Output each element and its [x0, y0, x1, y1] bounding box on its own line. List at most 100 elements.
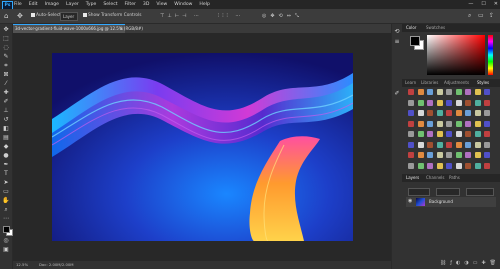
minimize-button[interactable]: —: [468, 1, 473, 7]
new-group-icon[interactable]: ▭: [473, 260, 478, 267]
style-preset-swatch[interactable]: [446, 131, 452, 137]
style-preset-swatch[interactable]: [474, 141, 481, 148]
style-preset-swatch[interactable]: [474, 131, 481, 137]
menu-window[interactable]: Window: [174, 2, 192, 7]
style-preset-swatch[interactable]: [417, 141, 424, 148]
screen-mode-icon[interactable]: ▣: [2, 246, 10, 253]
style-preset-swatch[interactable]: [455, 131, 462, 137]
align-icons[interactable]: ⊤⊥⊢⊣ ⋯: [160, 12, 202, 20]
style-preset-swatch[interactable]: [408, 152, 414, 158]
color-panel-foreground[interactable]: [410, 36, 420, 46]
style-preset-swatch[interactable]: [446, 110, 452, 116]
style-preset-swatch[interactable]: [455, 120, 462, 127]
style-preset-swatch[interactable]: [436, 152, 443, 158]
style-preset-swatch[interactable]: [465, 141, 471, 148]
menu-view[interactable]: View: [156, 2, 167, 7]
auto-select-dropdown[interactable]: Layer: [60, 12, 78, 21]
style-preset-swatch[interactable]: [427, 89, 433, 95]
hand-tool-icon[interactable]: ✋: [2, 197, 10, 204]
style-preset-swatch[interactable]: [417, 131, 424, 137]
clone-stamp-tool-icon[interactable]: ⊥: [2, 107, 10, 114]
brush-tool-icon[interactable]: ✐: [2, 98, 10, 105]
zoom-tool-icon[interactable]: ⌕: [2, 206, 10, 213]
document-canvas[interactable]: [52, 53, 353, 241]
color-picker-field[interactable]: [427, 35, 485, 75]
tab-swatches[interactable]: Swatches: [426, 25, 445, 30]
style-preset-swatch[interactable]: [465, 99, 471, 106]
blend-mode-dropdown[interactable]: [436, 188, 460, 196]
tab-learn[interactable]: Learn: [405, 80, 416, 85]
style-preset-swatch[interactable]: [417, 162, 424, 169]
move-tool-icon[interactable]: ✥: [2, 26, 10, 33]
style-preset-swatch[interactable]: [455, 89, 462, 95]
style-preset-swatch[interactable]: [417, 89, 424, 95]
layer-row[interactable]: ◉ Background: [406, 197, 496, 207]
opacity-field[interactable]: [466, 188, 494, 196]
foreground-color-swatch[interactable]: [3, 226, 10, 233]
style-preset-swatch[interactable]: [455, 99, 462, 106]
style-preset-swatch[interactable]: [427, 162, 433, 169]
style-preset-swatch[interactable]: [408, 89, 414, 95]
gradient-tool-icon[interactable]: ▤: [2, 134, 10, 141]
style-preset-swatch[interactable]: [408, 141, 414, 148]
path-select-tool-icon[interactable]: ➤: [2, 179, 10, 186]
style-preset-swatch[interactable]: [417, 152, 424, 158]
trash-icon[interactable]: 🗑: [490, 260, 496, 267]
style-preset-swatch[interactable]: [455, 141, 462, 148]
style-preset-swatch[interactable]: [427, 99, 433, 106]
style-preset-swatch[interactable]: [465, 89, 471, 95]
style-preset-swatch[interactable]: [474, 152, 481, 158]
add-mask-icon[interactable]: ◐: [456, 260, 460, 267]
new-layer-icon[interactable]: ✚: [481, 260, 485, 267]
fx-icon[interactable]: ƒ: [450, 260, 452, 267]
eye-icon[interactable]: ◉: [408, 198, 412, 204]
style-preset-swatch[interactable]: [408, 131, 414, 137]
menu-select[interactable]: Select: [103, 2, 117, 7]
style-preset-swatch[interactable]: [436, 120, 443, 127]
auto-select-checkbox[interactable]: Auto-Select:: [31, 12, 62, 20]
tab-color[interactable]: Color: [406, 25, 416, 30]
menu-image[interactable]: Image: [45, 2, 59, 7]
tab-paths[interactable]: Paths: [449, 175, 460, 180]
style-preset-swatch[interactable]: [455, 152, 462, 158]
marquee-tool-icon[interactable]: ⬚: [2, 35, 10, 42]
workspace-icon[interactable]: ▭: [478, 12, 484, 20]
show-transform-checkbox[interactable]: Show Transform Controls: [83, 12, 141, 20]
style-preset-swatch[interactable]: [446, 152, 452, 158]
layer-kind-filter[interactable]: [408, 188, 430, 196]
close-tab-icon[interactable]: ×: [120, 26, 123, 31]
crop-tool-icon[interactable]: ⌗: [2, 62, 10, 69]
eraser-tool-icon[interactable]: ◧: [2, 125, 10, 132]
quick-mask-icon[interactable]: ◎: [2, 237, 10, 244]
style-preset-swatch[interactable]: [465, 110, 471, 116]
history-panel-icon[interactable]: ⟲: [393, 28, 401, 35]
style-preset-swatch[interactable]: [474, 89, 481, 95]
pen-tool-icon[interactable]: ✒: [2, 161, 10, 168]
link-layers-icon[interactable]: ⛓: [440, 260, 446, 267]
style-preset-swatch[interactable]: [474, 120, 481, 127]
hue-slider[interactable]: [488, 35, 493, 75]
style-preset-swatch[interactable]: [427, 131, 433, 137]
maximize-button[interactable]: ☐: [481, 1, 485, 7]
menu-filter[interactable]: Filter: [125, 2, 136, 7]
style-preset-swatch[interactable]: [408, 162, 414, 169]
style-preset-swatch[interactable]: [436, 99, 443, 106]
zoom-level[interactable]: 12.5%: [16, 262, 28, 267]
type-tool-icon[interactable]: T: [2, 170, 10, 177]
style-preset-swatch[interactable]: [474, 162, 481, 169]
style-preset-swatch[interactable]: [484, 89, 490, 95]
style-preset-swatch[interactable]: [446, 89, 452, 95]
close-button[interactable]: ✕: [494, 1, 498, 7]
lasso-tool-icon[interactable]: ◌: [2, 44, 10, 51]
style-preset-swatch[interactable]: [465, 152, 471, 158]
more-tools-icon[interactable]: ⋯: [2, 215, 10, 222]
style-preset-swatch[interactable]: [484, 162, 490, 169]
history-brush-tool-icon[interactable]: ↺: [2, 116, 10, 123]
style-preset-swatch[interactable]: [484, 131, 490, 137]
healing-brush-tool-icon[interactable]: ✚: [2, 89, 10, 96]
blur-tool-icon[interactable]: ◆: [2, 143, 10, 150]
style-preset-swatch[interactable]: [436, 141, 443, 148]
menu-file[interactable]: File: [14, 2, 22, 7]
brush-settings-icon[interactable]: ✐: [393, 90, 401, 97]
rectangle-tool-icon[interactable]: ▭: [2, 188, 10, 195]
